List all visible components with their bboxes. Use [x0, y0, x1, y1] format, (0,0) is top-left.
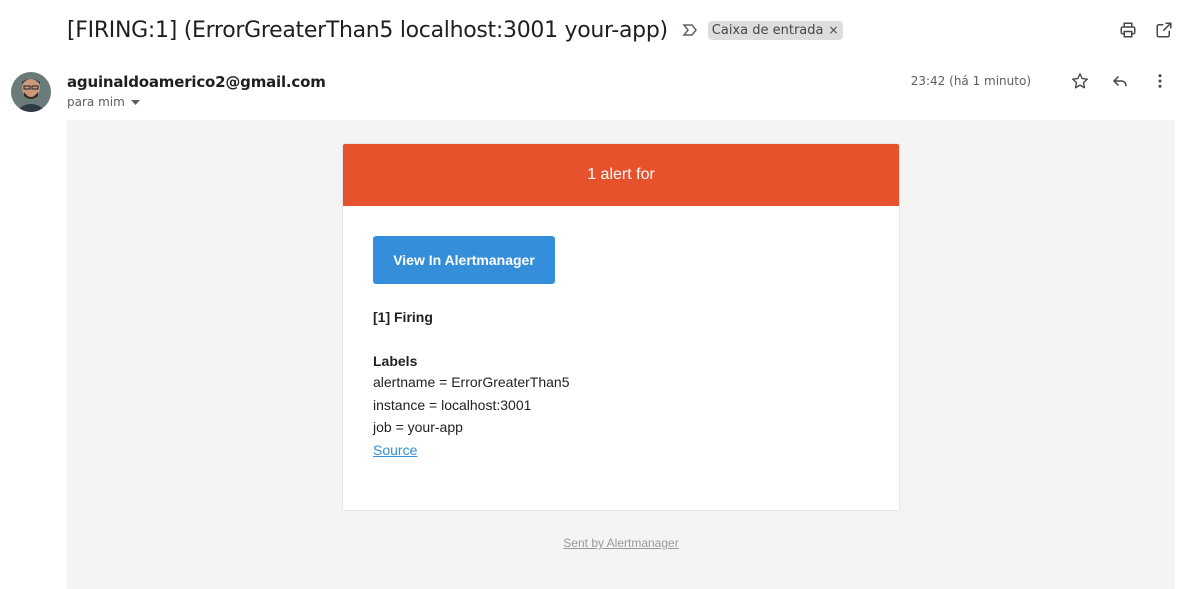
inbox-label-text: Caixa de entrada [711, 22, 824, 38]
labels-heading: Labels [373, 353, 418, 369]
alert-content: View In Alertmanager [1] Firing Labels a… [343, 206, 899, 461]
label-job: job = your-app [373, 419, 463, 435]
star-icon[interactable] [1069, 70, 1091, 92]
view-in-alertmanager-button[interactable]: View In Alertmanager [373, 236, 555, 284]
top-actions [1117, 19, 1175, 41]
caret-down-icon[interactable] [130, 95, 140, 109]
inbox-label-chip[interactable]: Caixa de entrada × [707, 20, 843, 40]
alert-header: 1 alert for [343, 144, 899, 206]
remove-label-button[interactable]: × [828, 23, 838, 37]
firing-count: [1] Firing [373, 309, 433, 325]
email-footer: Sent by Alertmanager [67, 536, 1175, 550]
reply-icon[interactable] [1109, 70, 1131, 92]
message-meta: 23:42 (há 1 minuto) [911, 70, 1171, 92]
label-alertname: alertname = ErrorGreaterThan5 [373, 374, 570, 390]
email-subject: [FIRING:1] (ErrorGreaterThan5 localhost:… [67, 17, 668, 43]
recipient-line[interactable]: para mim [67, 95, 140, 109]
sender-address: aguinaldoamerico2@gmail.com [67, 73, 326, 91]
open-in-new-window-icon[interactable] [1153, 19, 1175, 41]
email-subject-row: [FIRING:1] (ErrorGreaterThan5 localhost:… [67, 14, 843, 46]
alert-card: 1 alert for View In Alertmanager [1] Fir… [342, 143, 900, 511]
important-marker-icon[interactable] [682, 21, 700, 39]
print-icon[interactable] [1117, 19, 1139, 41]
email-body: 1 alert for View In Alertmanager [1] Fir… [67, 120, 1175, 589]
recipient-text: para mim [67, 95, 125, 109]
sender-avatar[interactable] [11, 72, 51, 112]
more-vert-icon[interactable] [1149, 70, 1171, 92]
sent-by-alertmanager-link[interactable]: Sent by Alertmanager [563, 536, 678, 550]
message-time: 23:42 (há 1 minuto) [910, 74, 1031, 88]
source-link[interactable]: Source [373, 442, 417, 458]
label-instance: instance = localhost:3001 [373, 396, 532, 413]
